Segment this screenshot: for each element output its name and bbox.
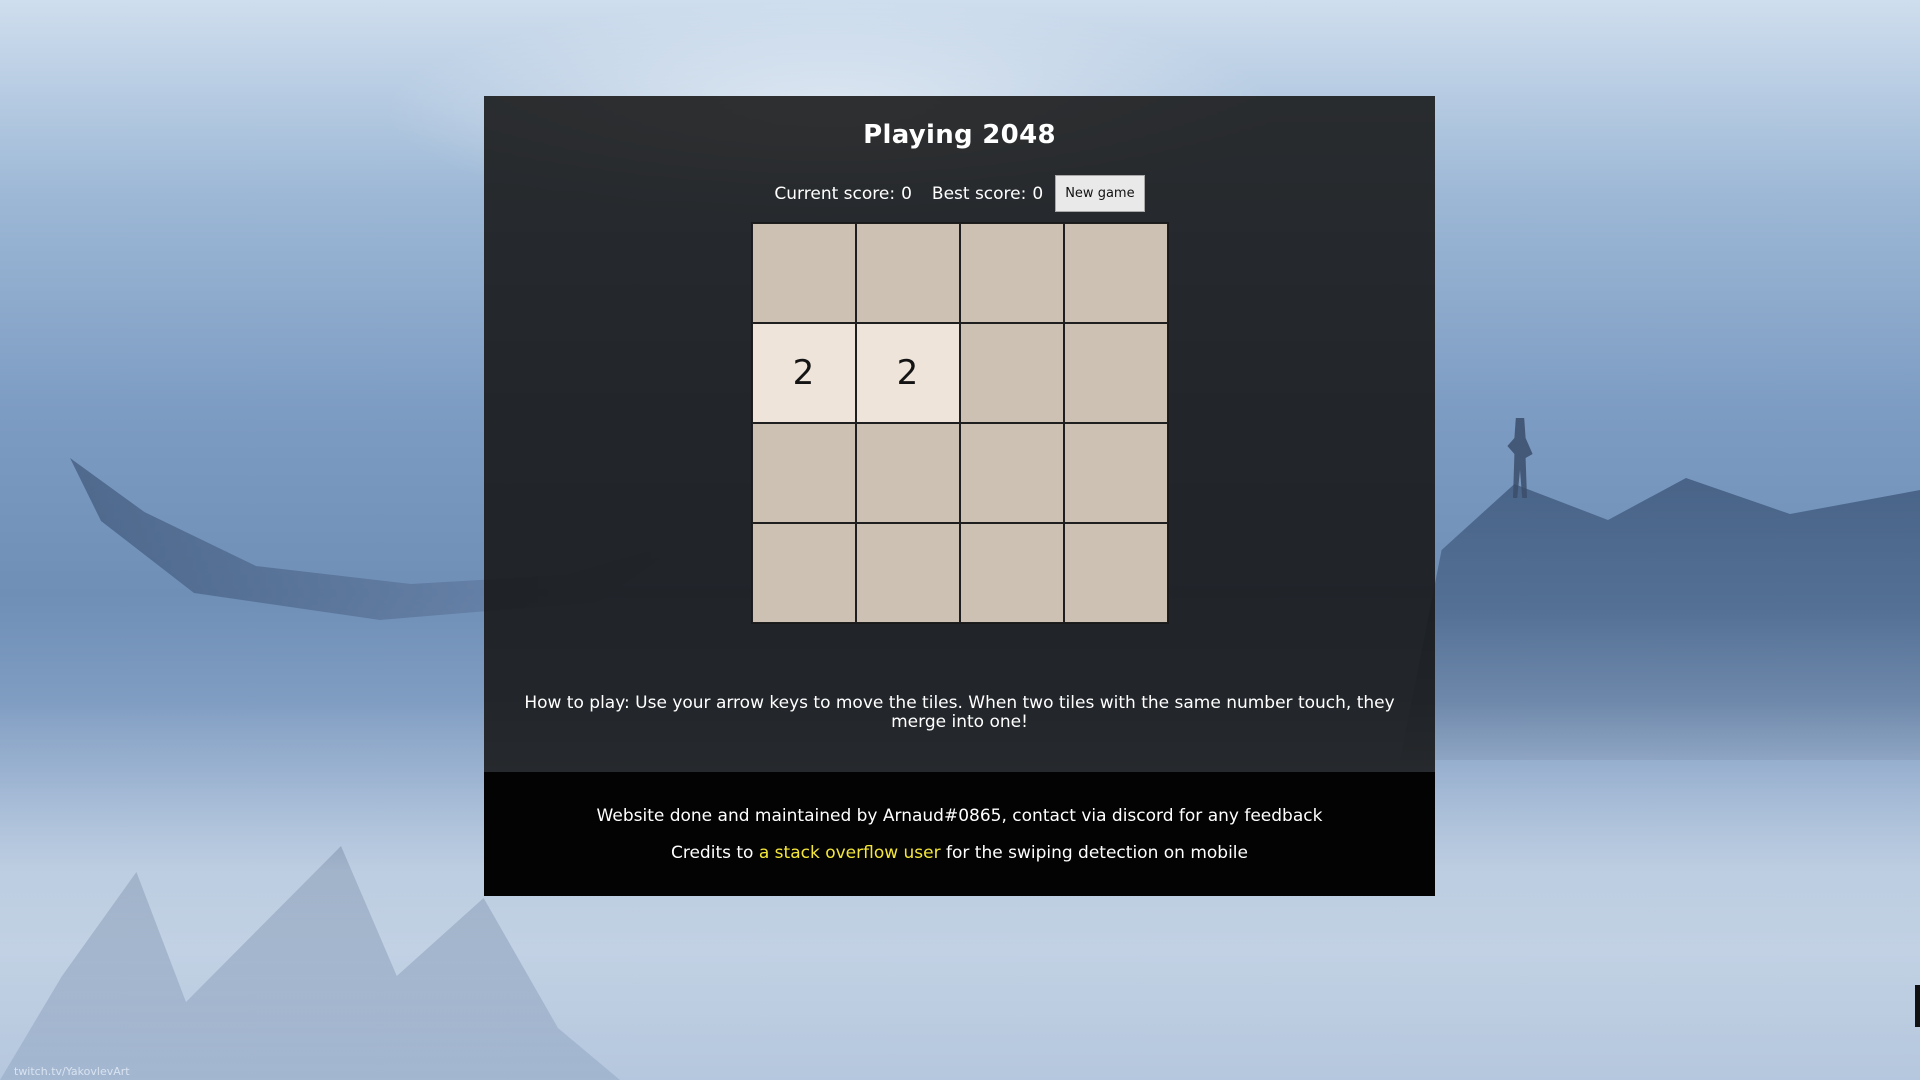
background-mountain-right (1400, 478, 1920, 760)
background-watermark: twitch.tv/YakovlevArt (14, 1065, 130, 1078)
game-area: Playing 2048 Current score: 0 Best score… (484, 96, 1435, 772)
empty-cell (1063, 223, 1168, 323)
best-score: Best score: 0 (932, 184, 1043, 204)
how-to-play-text: How to play: Use your arrow keys to move… (524, 693, 1395, 732)
empty-cell (1063, 323, 1168, 423)
page-title: Playing 2048 (863, 120, 1056, 150)
game-board[interactable]: 22 (750, 222, 1169, 624)
game-panel: Playing 2048 Current score: 0 Best score… (484, 96, 1435, 896)
empty-cell (959, 223, 1064, 323)
empty-cell (959, 423, 1064, 523)
new-game-button[interactable]: New game (1055, 175, 1145, 212)
empty-cell (751, 523, 856, 623)
empty-cell (1063, 523, 1168, 623)
stack-overflow-link[interactable]: a stack overflow user (759, 843, 941, 863)
footer-credits-prefix: Credits to (670, 842, 759, 863)
empty-cell (1063, 423, 1168, 523)
best-score-label: Best score: (931, 183, 1027, 204)
tile-2: 2 (855, 323, 960, 423)
empty-cell (855, 523, 960, 623)
score-bar: Current score: 0 Best score: 0 New game (774, 175, 1145, 212)
empty-cell (959, 523, 1064, 623)
empty-cell (855, 223, 960, 323)
footer: Website done and maintained by Arnaud#08… (484, 772, 1435, 896)
empty-cell (959, 323, 1064, 423)
footer-credits-suffix: for the swiping detection on mobile (940, 842, 1248, 863)
best-score-value: 0 (1032, 183, 1044, 204)
footer-credits: Credits to a stack overflow user for the… (671, 843, 1248, 863)
empty-cell (751, 223, 856, 323)
tile-2: 2 (751, 323, 856, 423)
current-score-label: Current score: (774, 183, 896, 204)
current-score-value: 0 (901, 183, 912, 204)
current-score: Current score: 0 (774, 184, 912, 204)
empty-cell (855, 423, 960, 523)
footer-maintainer-text: Website done and maintained by Arnaud#08… (596, 805, 1323, 826)
scroll-marker (1915, 985, 1920, 1027)
empty-cell (751, 423, 856, 523)
background-figure (1507, 418, 1533, 498)
